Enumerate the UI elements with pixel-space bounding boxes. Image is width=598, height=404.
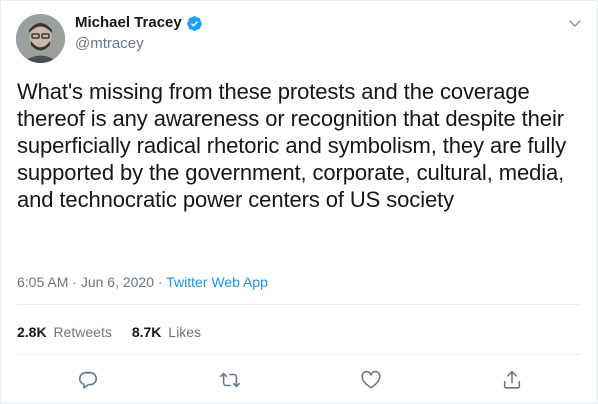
divider	[17, 354, 581, 355]
chevron-down-icon[interactable]	[567, 15, 583, 31]
like-icon[interactable]	[360, 369, 382, 391]
retweet-icon[interactable]	[219, 369, 241, 391]
tweet-stats: 2.8K Retweets 8.7K Likes	[17, 323, 221, 341]
author-handle[interactable]: @mtracey	[75, 34, 144, 54]
author-display-name[interactable]: Michael Tracey	[75, 13, 182, 33]
likes-count: 8.7K	[131, 324, 162, 340]
meta-separator: ·	[157, 274, 167, 290]
reply-icon[interactable]	[77, 369, 99, 391]
retweets-count: 2.8K	[17, 324, 47, 340]
likes-label: Likes	[168, 324, 201, 340]
divider	[17, 304, 581, 305]
retweets-stat[interactable]: 2.8K Retweets	[17, 323, 112, 341]
tweet-actions	[1, 365, 598, 397]
tweet-text: What's missing from these protests and t…	[17, 79, 567, 212]
tweet-metadata: 6:05 AM · Jun 6, 2020 · Twitter Web App	[17, 273, 268, 291]
tweet-card: Michael Tracey @mtracey What's missing f…	[0, 0, 598, 404]
avatar-image	[16, 14, 65, 63]
meta-separator: ·	[72, 274, 81, 290]
verified-badge-icon	[186, 15, 203, 32]
tweet-date[interactable]: Jun 6, 2020	[81, 274, 154, 290]
avatar[interactable]	[16, 14, 65, 63]
author-name-row[interactable]: Michael Tracey	[75, 13, 203, 33]
tweet-source-link[interactable]: Twitter Web App	[166, 274, 268, 290]
retweets-label: Retweets	[53, 324, 112, 340]
likes-stat[interactable]: 8.7K Likes	[132, 323, 201, 341]
share-icon[interactable]	[501, 369, 523, 391]
tweet-time[interactable]: 6:05 AM	[17, 274, 68, 290]
